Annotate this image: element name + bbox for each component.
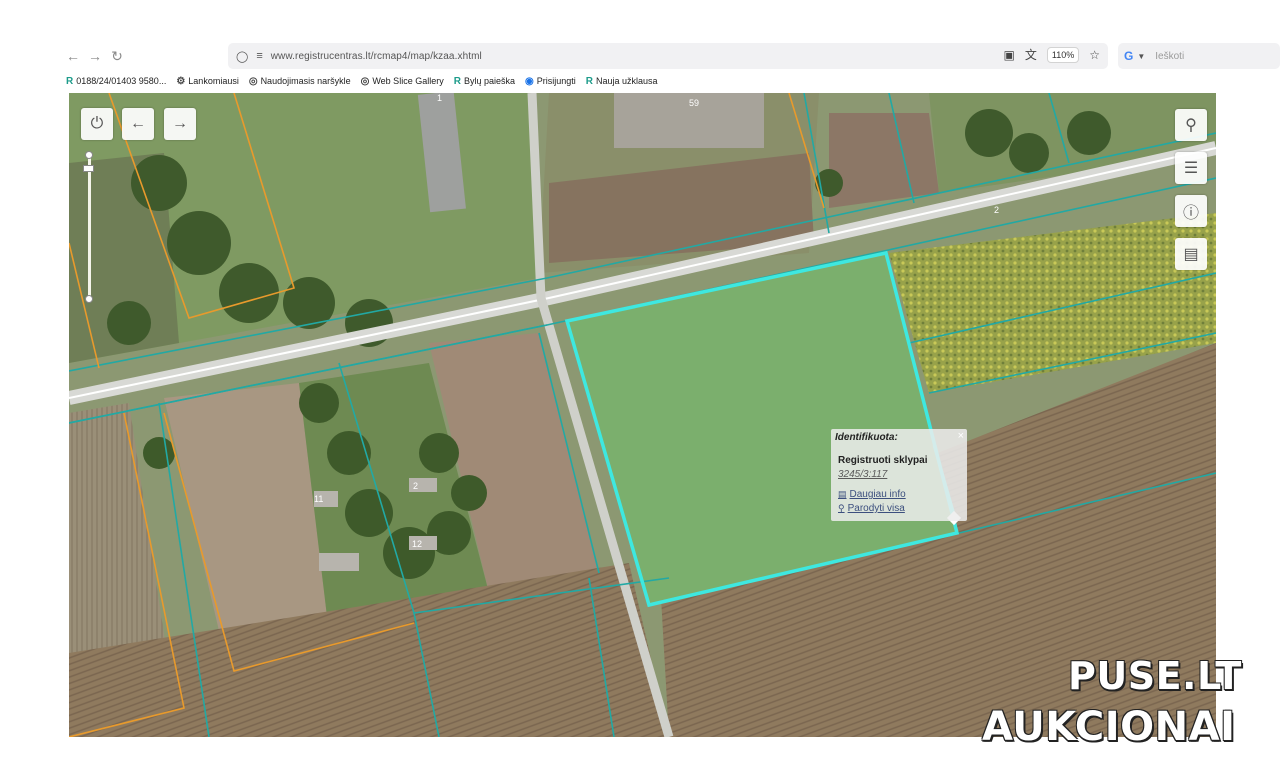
screenshot-frame: { "browser": { "url": "www.registrucentr…	[0, 0, 1280, 779]
translate-icon[interactable]: 文	[1025, 46, 1037, 63]
gear-icon: ⚙	[176, 75, 186, 87]
parcel-id-link[interactable]: 3245/3:117	[838, 469, 887, 480]
map-view[interactable]: 1 59 2 11 2 12 ⏻ ← → ⚲ ☰ ⓘ ▤ Identifikuo…	[69, 93, 1216, 737]
zoom-thumb[interactable]	[83, 165, 94, 172]
bookmark-item[interactable]: ◎ Naudojimasis naršykle	[249, 76, 351, 87]
bookmarks-bar: R 0188/24/01403 9580... ⚙ Lankomiausi ◎ Nau…	[66, 72, 658, 90]
shield-icon: ◯	[236, 50, 249, 63]
forward-arrow-icon[interactable]: →	[84, 45, 106, 67]
close-icon[interactable]: ×	[958, 430, 964, 442]
power-icon[interactable]: ⏻	[81, 108, 113, 140]
document-icon: ▤	[838, 489, 847, 499]
bookmark-item[interactable]: ◎ Web Slice Gallery	[361, 76, 444, 87]
registrucentras-icon: R	[66, 75, 74, 87]
redo-arrow-icon[interactable]: →	[164, 108, 196, 140]
watermark-line-1: PUSE.LT	[1068, 654, 1242, 698]
search-icon[interactable]: ⚲	[1175, 109, 1207, 141]
zoom-level-badge[interactable]: 110%	[1046, 46, 1080, 63]
globe-icon: ◎	[360, 75, 370, 87]
url-text[interactable]: www.registrucentras.lt/rcmap4/map/kzaa.x…	[271, 51, 482, 62]
edge-icon: ◉	[524, 75, 534, 87]
zoom-in-icon[interactable]	[85, 151, 93, 159]
install-app-icon[interactable]: ▣	[1004, 48, 1015, 62]
search-placeholder[interactable]: Ieškoti	[1155, 51, 1184, 62]
parcel-label: 2	[413, 481, 418, 491]
watermark-line-2: AUKCIONAI	[982, 704, 1236, 750]
zoom-slider[interactable]	[83, 151, 94, 303]
back-arrow-icon[interactable]: ←	[62, 45, 84, 67]
zoom-track[interactable]	[88, 155, 91, 299]
bookmark-item[interactable]: R Bylų paieška	[454, 76, 515, 87]
chevron-down-icon[interactable]: ▼	[1137, 52, 1145, 61]
magnifier-icon: ⚲	[838, 503, 845, 513]
bookmark-item[interactable]: ⚙ Lankomiausi	[176, 76, 239, 87]
reload-icon[interactable]: ↻	[106, 45, 128, 67]
bare-field	[829, 113, 939, 208]
globe-icon: ◎	[248, 75, 258, 87]
address-bar[interactable]: ◯ ≡ www.registrucentras.lt/rcmap4/map/kz…	[228, 43, 1108, 69]
bookmark-item[interactable]: R 0188/24/01403 9580...	[66, 76, 166, 87]
legend-icon[interactable]: ▤	[1175, 238, 1207, 270]
parcel-label: 11	[314, 494, 323, 504]
browser-toolbar: ← → ↻ ◯ ≡ www.registrucentras.lt/rcmap4/…	[62, 43, 1280, 69]
more-info-link[interactable]: ▤ Daugiau info	[838, 489, 906, 500]
parcel-label: 2	[994, 205, 999, 215]
parcel-label: 12	[412, 539, 422, 549]
zoom-out-icon[interactable]	[85, 295, 93, 303]
bookmark-item[interactable]: R Nauja užklausa	[586, 76, 658, 87]
info-icon[interactable]: ⓘ	[1175, 195, 1207, 227]
registrucentras-icon: R	[585, 75, 593, 87]
bookmark-item[interactable]: ◉ Prisijungti	[525, 76, 576, 87]
popup-heading: Registruoti sklypai	[838, 455, 928, 466]
star-icon[interactable]: ☆	[1089, 48, 1100, 62]
parcel-label: 1	[437, 93, 442, 103]
undo-arrow-icon[interactable]: ←	[122, 108, 154, 140]
identify-popup: Identifikuota: × Registruoti sklypai 324…	[831, 429, 967, 521]
registrucentras-icon: R	[453, 75, 461, 87]
site-permissions-icon[interactable]: ≡	[256, 50, 262, 62]
satellite-map[interactable]: 1 59 2 11 2 12	[69, 93, 1216, 737]
search-engine-icon[interactable]: G	[1124, 49, 1133, 63]
address-bar-actions: ▣ 文 110% ☆	[1004, 46, 1100, 63]
search-box[interactable]: G ▼ Ieškoti	[1118, 43, 1280, 69]
parcel-label: 59	[689, 98, 699, 108]
popup-title: Identifikuota:	[835, 432, 898, 443]
show-all-link[interactable]: ⚲ Parodyti visa	[838, 503, 905, 514]
layers-icon[interactable]: ☰	[1175, 152, 1207, 184]
